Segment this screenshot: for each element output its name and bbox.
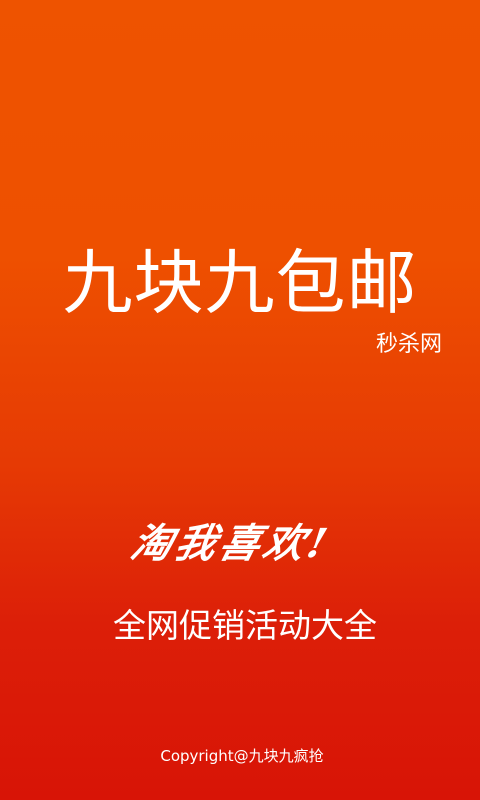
app-title: 九块九包邮: [62, 242, 418, 324]
app-subtitle: 秒杀网: [375, 332, 442, 357]
copyright-text: Copyright@九块九疯抢: [160, 747, 324, 765]
slogan: 淘我喜欢!: [126, 520, 336, 567]
tagline: 全网促销活动大全: [113, 606, 377, 645]
splash-screen: 九块九包邮 秒杀网 淘我喜欢! 全网促销活动大全 Copyright@九块九疯抢: [0, 0, 480, 800]
